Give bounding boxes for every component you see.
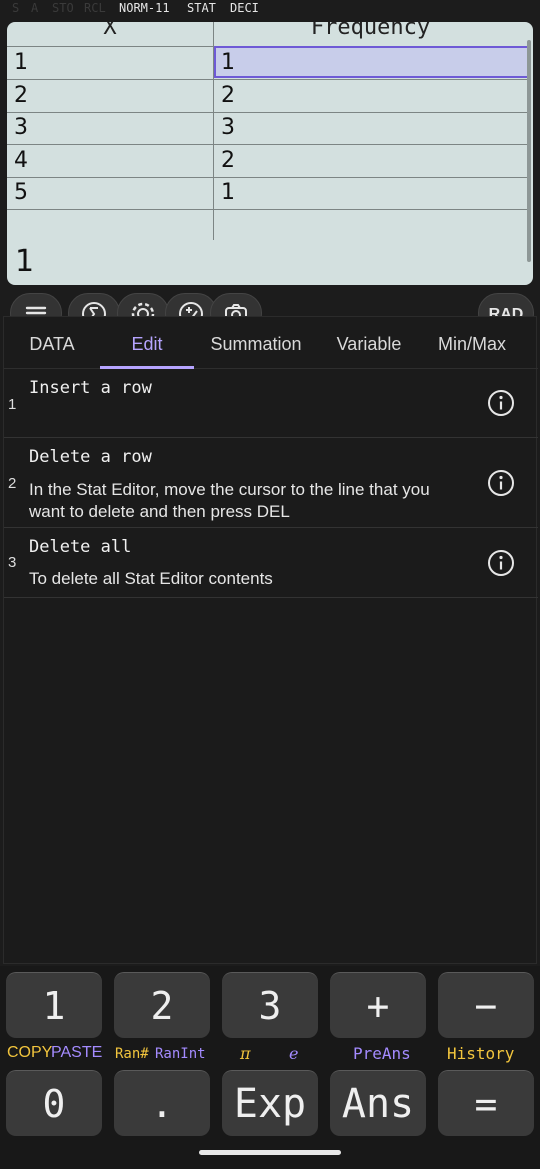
table-cell-x[interactable]: 5 [14,177,28,209]
key-label: − [474,984,498,1028]
stat-editor-display[interactable]: X Frequency 1 1 2 2 3 3 4 2 5 1 1 [7,22,533,285]
help-item-delete-row[interactable]: 2 Delete a row In the Stat Editor, move … [4,438,538,528]
row-divider [7,209,527,210]
key-label: + [366,984,390,1028]
column-header-x: X [103,22,117,40]
item-title: Delete a row [29,447,152,467]
key-label: = [474,1082,498,1126]
row-divider [7,79,527,80]
table-cell-x[interactable]: 2 [14,80,28,112]
toolbar: RAD [0,290,540,318]
tab-summation[interactable]: Summation [200,317,312,369]
rcl-indicator: RCL [84,1,106,15]
table-cell-x[interactable]: 3 [14,112,28,144]
table-cell-x[interactable]: 4 [14,145,28,177]
selected-cell[interactable] [214,46,529,78]
table-cell-frequency[interactable]: 1 [221,47,235,79]
entry-line: 1 [15,244,35,279]
shift-label-copy: COPY [7,1044,53,1061]
key-label: 0 [42,1082,66,1126]
shift-label-pi: π [240,1044,251,1063]
key-0[interactable]: 0 [6,1070,102,1136]
tab-min-max[interactable]: Min/Max [424,317,520,369]
item-description: To delete all Stat Editor contents [29,569,273,588]
item-description: In the Stat Editor, move the cursor to t… [29,480,430,521]
status-bar: S A STO RCL NORM-11 STAT DECI [0,0,540,16]
table-cell-frequency[interactable]: 1 [221,177,235,209]
key-ans[interactable]: Ans [330,1070,426,1136]
key-label: 3 [258,984,282,1028]
shift-label-ran: Ran# [115,1046,149,1062]
angle-mode-button[interactable]: RAD [478,293,534,318]
item-number: 1 [8,396,17,413]
key-decimal[interactable]: . [114,1070,210,1136]
item-number: 3 [8,554,17,571]
item-number: 2 [8,475,17,492]
column-header-frequency: Frequency [310,22,431,40]
key-minus[interactable]: − [438,972,534,1038]
help-panel: DATA Edit Summation Variable Min/Max 1 I… [3,316,538,964]
row-divider [7,177,527,178]
stat-table-header: X Frequency [7,22,527,46]
info-icon[interactable] [487,389,515,417]
key-label: . [150,1082,174,1126]
table-cell-frequency[interactable]: 3 [221,112,235,144]
alpha-indicator: A [31,1,39,15]
shift-label-ranint: RanInt [155,1046,206,1062]
key-equals[interactable]: = [438,1070,534,1136]
help-item-insert-row[interactable]: 1 Insert a row [4,369,538,438]
tab-variable[interactable]: Variable [322,317,416,369]
key-plus[interactable]: + [330,972,426,1038]
item-title: Delete all [29,537,132,557]
sto-indicator: STO [52,1,74,15]
info-icon[interactable] [487,549,515,577]
key-label: 1 [42,984,66,1028]
table-cell-frequency[interactable]: 2 [221,145,235,177]
key-3[interactable]: 3 [222,972,318,1038]
shift-label-e: e [289,1044,299,1063]
table-cell-frequency[interactable]: 2 [221,80,235,112]
key-label: 2 [150,984,174,1028]
home-indicator[interactable] [199,1150,341,1155]
key-exp[interactable]: Exp [222,1070,318,1136]
shift-label-history: History [447,1044,515,1063]
display-scrollbar[interactable] [527,40,531,262]
decimal-mode-indicator: DECI [230,1,259,15]
summation-button[interactable] [68,293,120,318]
key-2[interactable]: 2 [114,972,210,1038]
stat-mode-indicator: STAT [187,1,216,15]
info-icon[interactable] [487,469,515,497]
key-1[interactable]: 1 [6,972,102,1038]
camera-button[interactable] [210,293,262,318]
menu-button[interactable] [10,293,62,318]
tab-data[interactable]: DATA [4,317,100,369]
key-label: Exp [233,1081,307,1127]
help-tabs: DATA Edit Summation Variable Min/Max [4,317,538,369]
shift-indicator: S [12,1,20,15]
row-divider [7,144,527,145]
key-label: Ans [341,1081,415,1127]
display-mode-indicator: NORM-11 [119,1,170,15]
row-divider [7,112,527,113]
table-cell-x[interactable]: 1 [14,47,28,79]
item-title: Insert a row [29,378,152,398]
shift-label-paste: PASTE [51,1044,103,1061]
help-item-delete-all[interactable]: 3 Delete all To delete all Stat Editor c… [4,528,538,598]
tab-edit[interactable]: Edit [100,317,194,369]
settings-button[interactable] [117,293,169,318]
shift-label-preans: PreAns [353,1044,411,1063]
